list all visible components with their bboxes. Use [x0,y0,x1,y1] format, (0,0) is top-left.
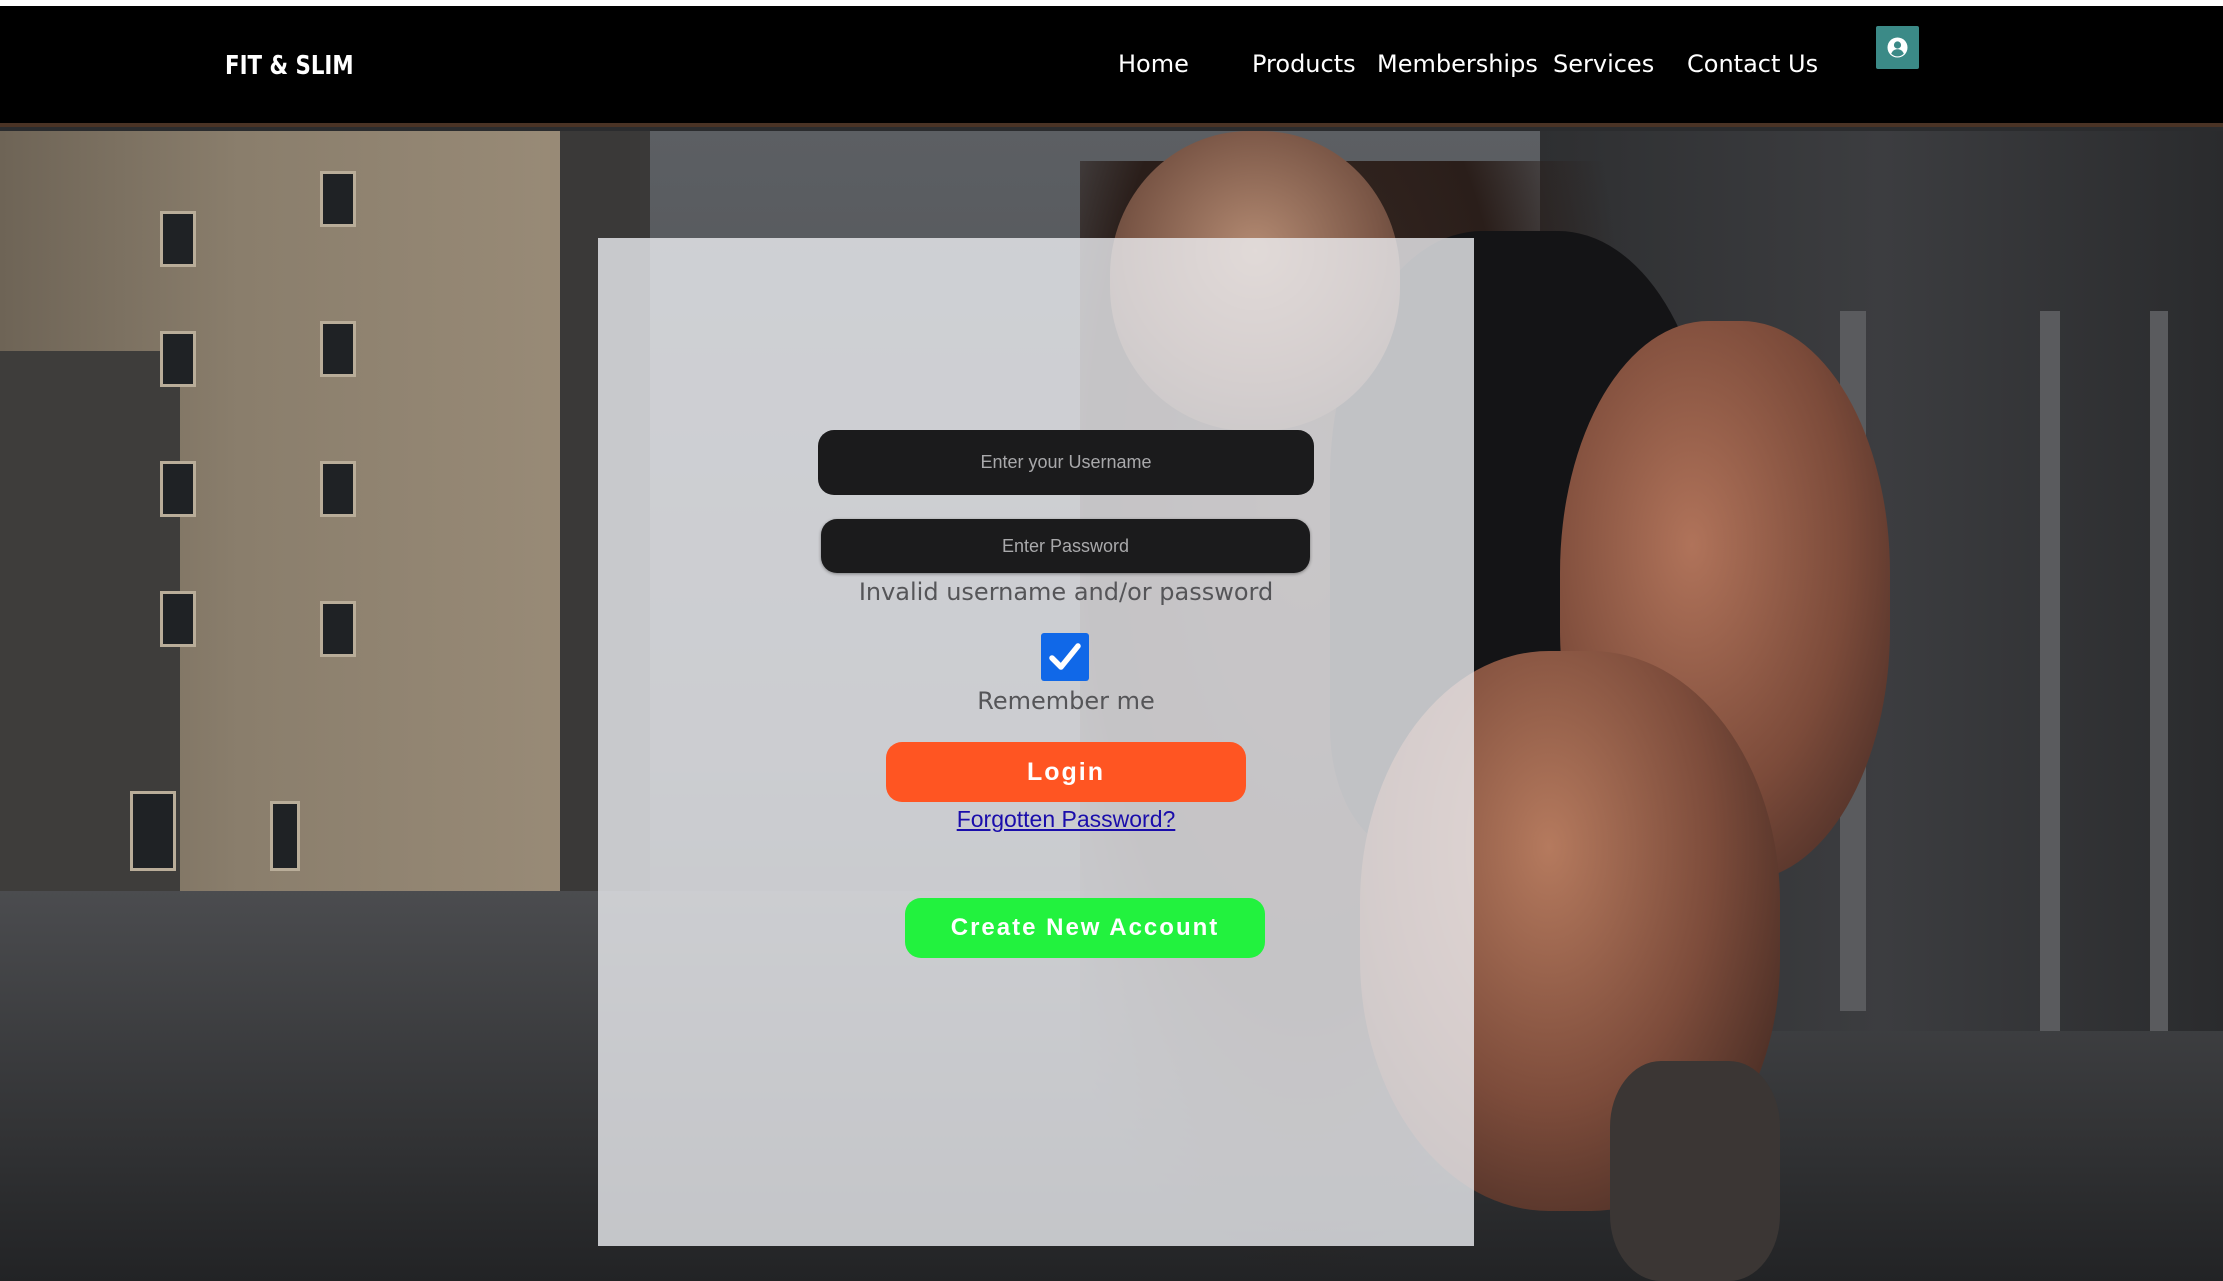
nav-products[interactable]: Products [1252,50,1356,78]
login-error-message: Invalid username and/or password [858,578,1274,606]
user-avatar-icon [1887,37,1908,58]
create-account-button[interactable]: Create New Account [905,898,1265,958]
site-logo[interactable]: FIT & SLIM [225,51,354,81]
user-account-button[interactable] [1876,26,1919,69]
nav-contact-us[interactable]: Contact Us [1687,50,1818,78]
password-input[interactable] [821,519,1310,573]
login-button[interactable]: Login [886,742,1246,802]
remember-me-checkbox[interactable] [1041,633,1089,681]
nav-memberships[interactable]: Memberships [1377,50,1538,78]
nav-home[interactable]: Home [1118,50,1189,78]
username-input[interactable] [818,430,1314,495]
site-header: FIT & SLIM Home Products Memberships Ser… [0,6,2223,127]
checkmark-icon [1049,643,1081,670]
forgot-password-link[interactable]: Forgotten Password? [866,806,1266,833]
nav-services[interactable]: Services [1553,50,1654,78]
remember-me-label: Remember me [977,687,1155,715]
